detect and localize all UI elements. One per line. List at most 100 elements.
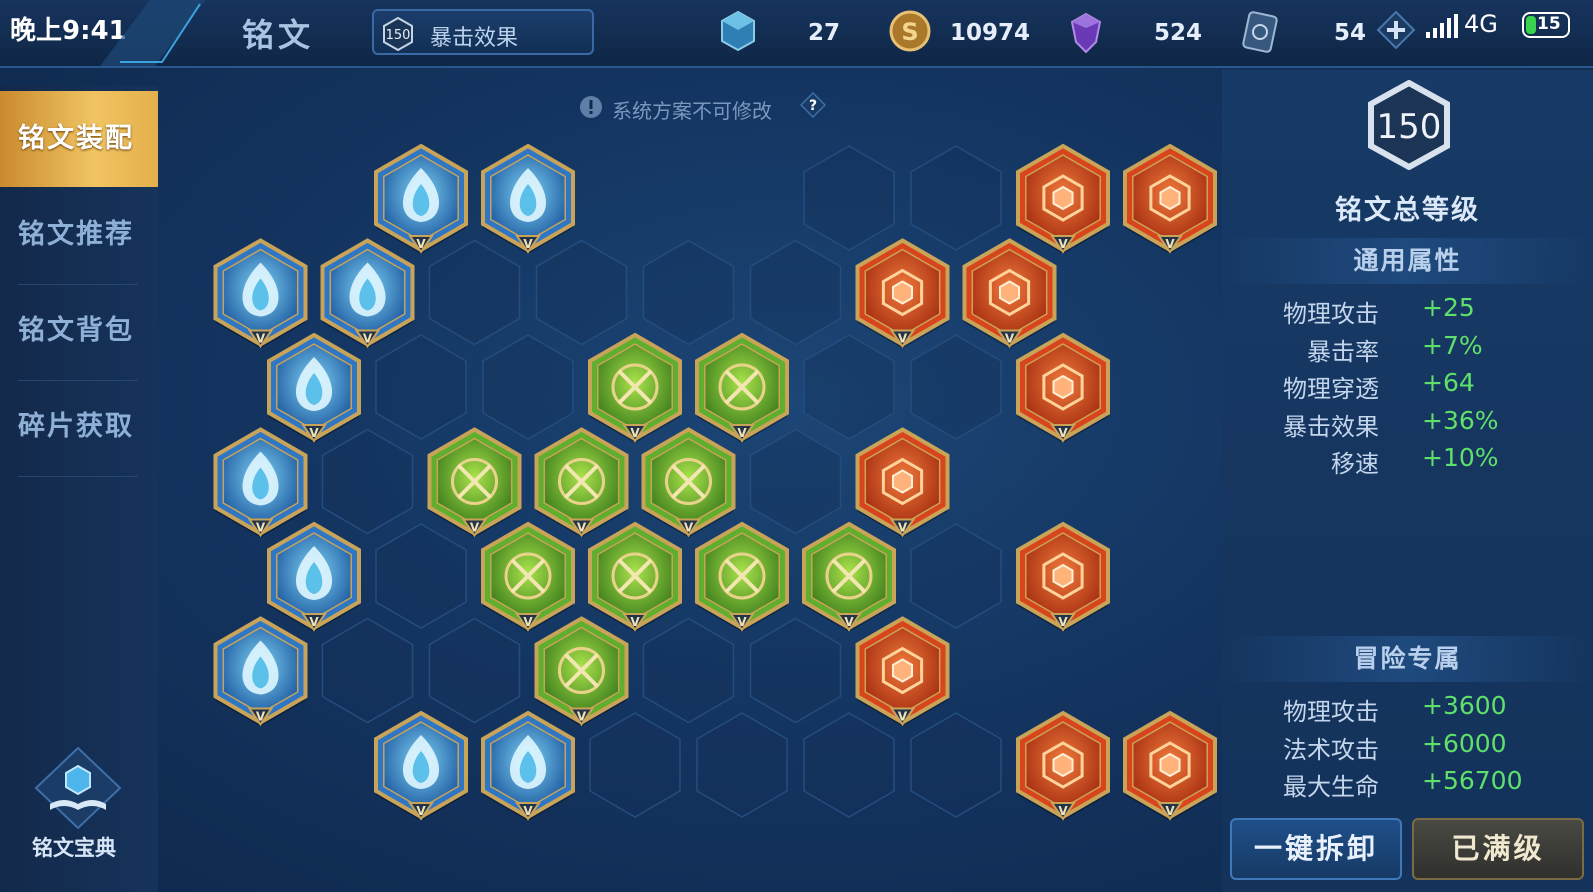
inscription-green[interactable]: V	[534, 616, 629, 727]
grade-mark: V	[1058, 804, 1068, 818]
stat-name: 物理攻击	[1283, 698, 1379, 726]
empty-slot[interactable]	[803, 145, 895, 251]
stat-row: 物理穿透 +64	[1222, 367, 1593, 403]
inscription-green[interactable]: V	[534, 427, 629, 538]
empty-slot[interactable]	[910, 712, 1002, 818]
inscription-green[interactable]: V	[481, 521, 575, 632]
empty-slot[interactable]	[321, 428, 414, 535]
inscription-green[interactable]: V	[588, 521, 682, 632]
inscription-green[interactable]: V	[427, 427, 522, 538]
inscription-red[interactable]: V	[855, 238, 950, 349]
stat-row: 暴击率 +7%	[1222, 330, 1593, 366]
empty-slot[interactable]	[589, 712, 681, 818]
inscription-green[interactable]: V	[641, 427, 736, 538]
grade-mark: V	[577, 710, 587, 724]
empty-slot[interactable]	[749, 617, 842, 724]
inscription-green[interactable]: V	[802, 521, 896, 632]
grade-mark: V	[898, 710, 908, 724]
inscription-red[interactable]: V	[855, 427, 950, 538]
empty-slot[interactable]	[428, 239, 521, 346]
grade-mark: V	[898, 521, 908, 535]
grade-mark: V	[630, 615, 640, 629]
stat-value: +25	[1422, 293, 1475, 322]
empty-slot[interactable]	[910, 523, 1002, 629]
empty-slot[interactable]	[749, 239, 842, 346]
inscription-blue[interactable]: V	[481, 710, 575, 821]
empty-slot[interactable]	[428, 617, 521, 724]
inscription-green[interactable]: V	[695, 332, 789, 443]
grade-mark: V	[630, 426, 640, 440]
empty-slot[interactable]	[321, 617, 414, 724]
inscription-blue[interactable]: V	[267, 521, 361, 632]
stat-name: 物理穿透	[1283, 375, 1379, 403]
stat-name: 法术攻击	[1283, 735, 1379, 764]
inscription-blue[interactable]: V	[374, 143, 468, 254]
grade-mark: V	[309, 615, 319, 629]
grade-mark: V	[1058, 426, 1068, 440]
inscription-red[interactable]: V	[962, 238, 1057, 349]
stat-row: 法术攻击 +6000	[1222, 728, 1593, 764]
empty-slot[interactable]	[910, 334, 1002, 440]
stats-panel: 150 铭文总等级 通用属性 物理攻击 +25 暴击率 +7% 物理穿透 +64 暴击效果 +…	[1222, 70, 1593, 892]
grade-mark: V	[363, 332, 373, 346]
inscription-screen: 晚上9:41 铭文 150 暴击效果 27 S 10974 524 54 4G …	[0, 0, 1593, 892]
grade-mark: V	[523, 615, 533, 629]
inscription-blue[interactable]: V	[374, 710, 468, 821]
empty-slot[interactable]	[375, 523, 467, 629]
empty-slot[interactable]	[749, 428, 842, 535]
empty-slot[interactable]	[642, 617, 735, 724]
inscription-blue[interactable]: V	[267, 332, 361, 443]
grade-mark: V	[684, 521, 694, 535]
inscription-blue[interactable]: V	[320, 238, 415, 349]
stat-value: +3600	[1422, 691, 1507, 720]
stat-row: 物理攻击 +25	[1222, 292, 1593, 328]
dismount-all-button[interactable]: 一键拆卸	[1230, 818, 1402, 880]
grade-mark: V	[416, 237, 426, 251]
inscription-red[interactable]: V	[1016, 521, 1110, 632]
grade-mark: V	[1005, 332, 1015, 346]
adventure-stats-title: 冒险专属	[1222, 636, 1593, 682]
grade-mark: V	[1058, 237, 1068, 251]
stat-name: 物理攻击	[1283, 300, 1379, 328]
maxed-level-button[interactable]: 已满级	[1412, 818, 1584, 880]
empty-slot[interactable]	[803, 334, 895, 440]
inscription-red[interactable]: V	[1123, 143, 1217, 254]
grade-mark: V	[523, 237, 533, 251]
general-stats-title: 通用属性	[1222, 238, 1593, 284]
stat-name: 最大生命	[1283, 773, 1379, 801]
inscription-red[interactable]: V	[855, 616, 950, 727]
stat-value: +6000	[1422, 728, 1507, 758]
empty-slot[interactable]	[482, 334, 574, 440]
inscription-blue[interactable]: V	[213, 427, 308, 538]
grade-mark: V	[1165, 237, 1175, 251]
grade-mark: V	[737, 426, 747, 440]
inscription-red[interactable]: V	[1123, 710, 1217, 821]
inscription-blue[interactable]: V	[213, 238, 308, 349]
inscription-red[interactable]: V	[1016, 143, 1110, 254]
stat-row: 最大生命 +56700	[1222, 765, 1593, 801]
grade-mark: V	[523, 804, 533, 818]
empty-slot[interactable]	[696, 712, 788, 818]
inscription-blue[interactable]: V	[481, 143, 575, 254]
grade-mark: V	[416, 804, 426, 818]
inscription-red[interactable]: V	[1016, 332, 1110, 443]
empty-slot[interactable]	[535, 239, 628, 346]
stat-value: +56700	[1422, 766, 1523, 795]
inscription-green[interactable]: V	[588, 332, 682, 443]
empty-slot[interactable]	[803, 712, 895, 818]
empty-slot[interactable]	[375, 334, 467, 440]
empty-slot[interactable]	[910, 145, 1002, 251]
inscription-green[interactable]: V	[695, 521, 789, 632]
inscription-blue[interactable]: V	[213, 616, 308, 727]
grade-mark: V	[1165, 804, 1175, 818]
grade-mark: V	[256, 710, 266, 724]
grade-mark: V	[844, 615, 854, 629]
inscription-red[interactable]: V	[1016, 710, 1110, 821]
grade-mark: V	[256, 521, 266, 535]
empty-slot[interactable]	[642, 239, 735, 346]
stat-row: 暴击效果 +36%	[1222, 405, 1593, 441]
grade-mark: V	[577, 521, 587, 535]
grade-mark: V	[256, 332, 266, 346]
grade-mark: V	[898, 332, 908, 346]
stat-name: 暴击效果	[1283, 412, 1379, 441]
